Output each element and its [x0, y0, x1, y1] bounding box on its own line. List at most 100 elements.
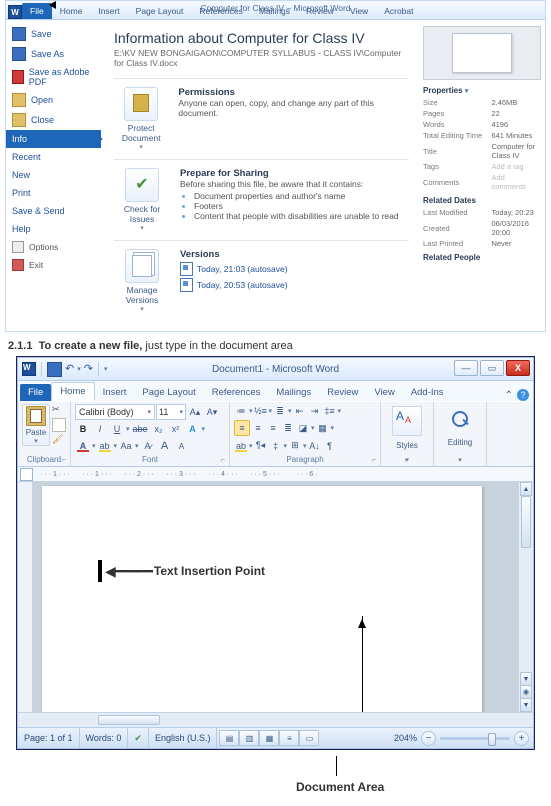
minimize-ribbon-icon[interactable]: ⌃: [505, 390, 513, 401]
font-name-combo[interactable]: Calibri (Body)▾: [75, 404, 155, 420]
maximize-button[interactable]: ▭: [480, 360, 504, 376]
tab-mailings[interactable]: Mailings: [268, 384, 319, 401]
sort-az-icon[interactable]: A↓: [308, 439, 322, 453]
zoom-in-button[interactable]: +: [514, 731, 529, 746]
dec-indent-icon[interactable]: ⇤: [293, 404, 307, 418]
vertical-ruler[interactable]: [18, 482, 33, 712]
menu-save-send[interactable]: Save & Send: [6, 202, 101, 220]
menu-print[interactable]: Print: [6, 184, 101, 202]
font-color-button[interactable]: A: [75, 438, 91, 454]
menu-save-as[interactable]: Save As: [6, 44, 101, 64]
tab-review[interactable]: Review: [319, 384, 366, 401]
highlight-button[interactable]: ab: [97, 438, 113, 454]
align-right-icon[interactable]: ≡: [266, 421, 280, 435]
shading-icon[interactable]: ◪: [296, 421, 310, 435]
tab-file[interactable]: File: [20, 384, 51, 401]
check-issues-button[interactable]: Check for Issues▾: [114, 168, 170, 232]
menu-close[interactable]: Close: [6, 110, 101, 130]
cut-icon[interactable]: ✂: [52, 404, 64, 416]
italic-button[interactable]: I: [92, 421, 108, 437]
styles-gallery-icon[interactable]: [392, 406, 422, 436]
manage-versions-button[interactable]: Manage Versions▾: [114, 249, 170, 313]
horizontal-scrollbar[interactable]: [18, 712, 533, 727]
sort-icon[interactable]: ‡: [269, 439, 283, 453]
show-para-icon[interactable]: ¶: [323, 439, 337, 453]
help-icon[interactable]: ?: [517, 389, 529, 401]
shading2-icon[interactable]: ab: [234, 439, 248, 453]
prev-page-icon[interactable]: ◉: [520, 685, 532, 699]
view-print-icon[interactable]: ▤: [219, 730, 239, 746]
numbering-icon[interactable]: ½≡: [254, 404, 268, 418]
zoom-out-button[interactable]: −: [421, 731, 436, 746]
grow-font-icon[interactable]: A▴: [187, 404, 203, 420]
menu-new[interactable]: New: [6, 166, 101, 184]
subscript-button[interactable]: x₂: [151, 421, 167, 437]
menu-help[interactable]: Help: [6, 220, 101, 238]
grow-a[interactable]: A: [157, 438, 173, 454]
horizontal-ruler[interactable]: · · · 1 · · ·· · · 1 · · ·· · · 2 · · ··…: [18, 467, 533, 482]
tab-home[interactable]: Home: [51, 382, 94, 401]
zoom-slider[interactable]: [440, 737, 510, 740]
shrink-font-icon[interactable]: A▾: [204, 404, 220, 420]
scroll-thumb[interactable]: [98, 715, 160, 725]
menu-options[interactable]: Options: [6, 238, 101, 256]
tab-addins[interactable]: Add-Ins: [403, 384, 452, 401]
scroll-up-icon[interactable]: ▲: [520, 482, 532, 496]
menu-open[interactable]: Open: [6, 90, 101, 110]
align-left-icon[interactable]: ≡: [234, 420, 250, 436]
vertical-scrollbar[interactable]: ▲ ▼ ◉ ▼: [518, 482, 533, 712]
shrink-a[interactable]: A: [174, 438, 190, 454]
tab-pagelayout[interactable]: Page Layout: [134, 384, 203, 401]
tab-selector-icon[interactable]: [20, 468, 33, 481]
version-item[interactable]: Today, 21:03 (autosave): [180, 262, 288, 276]
status-proof[interactable]: ✔: [128, 728, 149, 748]
tab-insert[interactable]: Insert: [95, 384, 135, 401]
status-page[interactable]: Page: 1 of 1: [18, 728, 80, 748]
zoom-level[interactable]: 204%: [394, 733, 417, 743]
justify-icon[interactable]: ≣: [281, 421, 295, 435]
underline-button[interactable]: U: [109, 421, 125, 437]
view-web-icon[interactable]: ▦: [259, 730, 279, 746]
superscript-button[interactable]: x²: [168, 421, 184, 437]
align-center-icon[interactable]: ≡: [251, 421, 265, 435]
tab-view[interactable]: View: [366, 384, 402, 401]
minimize-button[interactable]: —: [454, 360, 478, 376]
text-effects-icon[interactable]: A: [185, 421, 201, 437]
clear-format-icon[interactable]: A̷: [140, 438, 156, 454]
scroll-down-icon[interactable]: ▼: [520, 672, 532, 686]
line-spacing-icon[interactable]: ‡≡: [323, 404, 337, 418]
document-page[interactable]: ◀━━━━━ Text Insertion Point: [42, 486, 482, 712]
menu-save[interactable]: Save: [6, 24, 101, 44]
menu-recent[interactable]: Recent: [6, 148, 101, 166]
view-outline-icon[interactable]: ≡: [279, 730, 299, 746]
status-language[interactable]: English (U.S.): [149, 728, 218, 748]
pilcrow-icon[interactable]: ¶◂: [254, 439, 268, 453]
format-painter-icon[interactable]: 🖌: [52, 434, 64, 446]
status-words[interactable]: Words: 0: [80, 728, 129, 748]
menu-info[interactable]: Info: [6, 130, 101, 148]
borders-icon[interactable]: ▦: [316, 421, 330, 435]
properties-heading[interactable]: Properties ▾: [423, 86, 541, 95]
menu-exit[interactable]: Exit: [6, 256, 101, 274]
protect-document-button[interactable]: Protect Document▾: [114, 87, 168, 151]
scroll-thumb[interactable]: [521, 496, 531, 548]
close-button[interactable]: X: [506, 360, 530, 376]
bold-button[interactable]: B: [75, 421, 91, 437]
bullets-icon[interactable]: ≔: [234, 404, 248, 418]
copy-icon[interactable]: [52, 418, 66, 432]
version-item[interactable]: Today, 20:53 (autosave): [180, 278, 288, 292]
font-size-combo[interactable]: 11▾: [156, 404, 186, 420]
tab-references[interactable]: References: [204, 384, 269, 401]
inc-indent-icon[interactable]: ⇥: [308, 404, 322, 418]
strike-button[interactable]: abe: [131, 421, 150, 437]
next-page-icon[interactable]: ▼: [520, 698, 532, 712]
paste-button[interactable]: Paste▾: [22, 404, 50, 446]
change-case-button[interactable]: Aa: [118, 438, 134, 454]
view-draft-icon[interactable]: ▭: [299, 730, 319, 746]
border-bottom-icon[interactable]: ⊞: [288, 439, 302, 453]
view-reading-icon[interactable]: ▥: [239, 730, 259, 746]
multilevel-icon[interactable]: ≣: [273, 404, 287, 418]
menu-save-as-pdf[interactable]: Save as Adobe PDF: [6, 64, 101, 90]
document-viewport[interactable]: ◀━━━━━ Text Insertion Point ▲ ▼ ◉ ▼: [18, 482, 533, 712]
find-icon[interactable]: [449, 408, 471, 430]
